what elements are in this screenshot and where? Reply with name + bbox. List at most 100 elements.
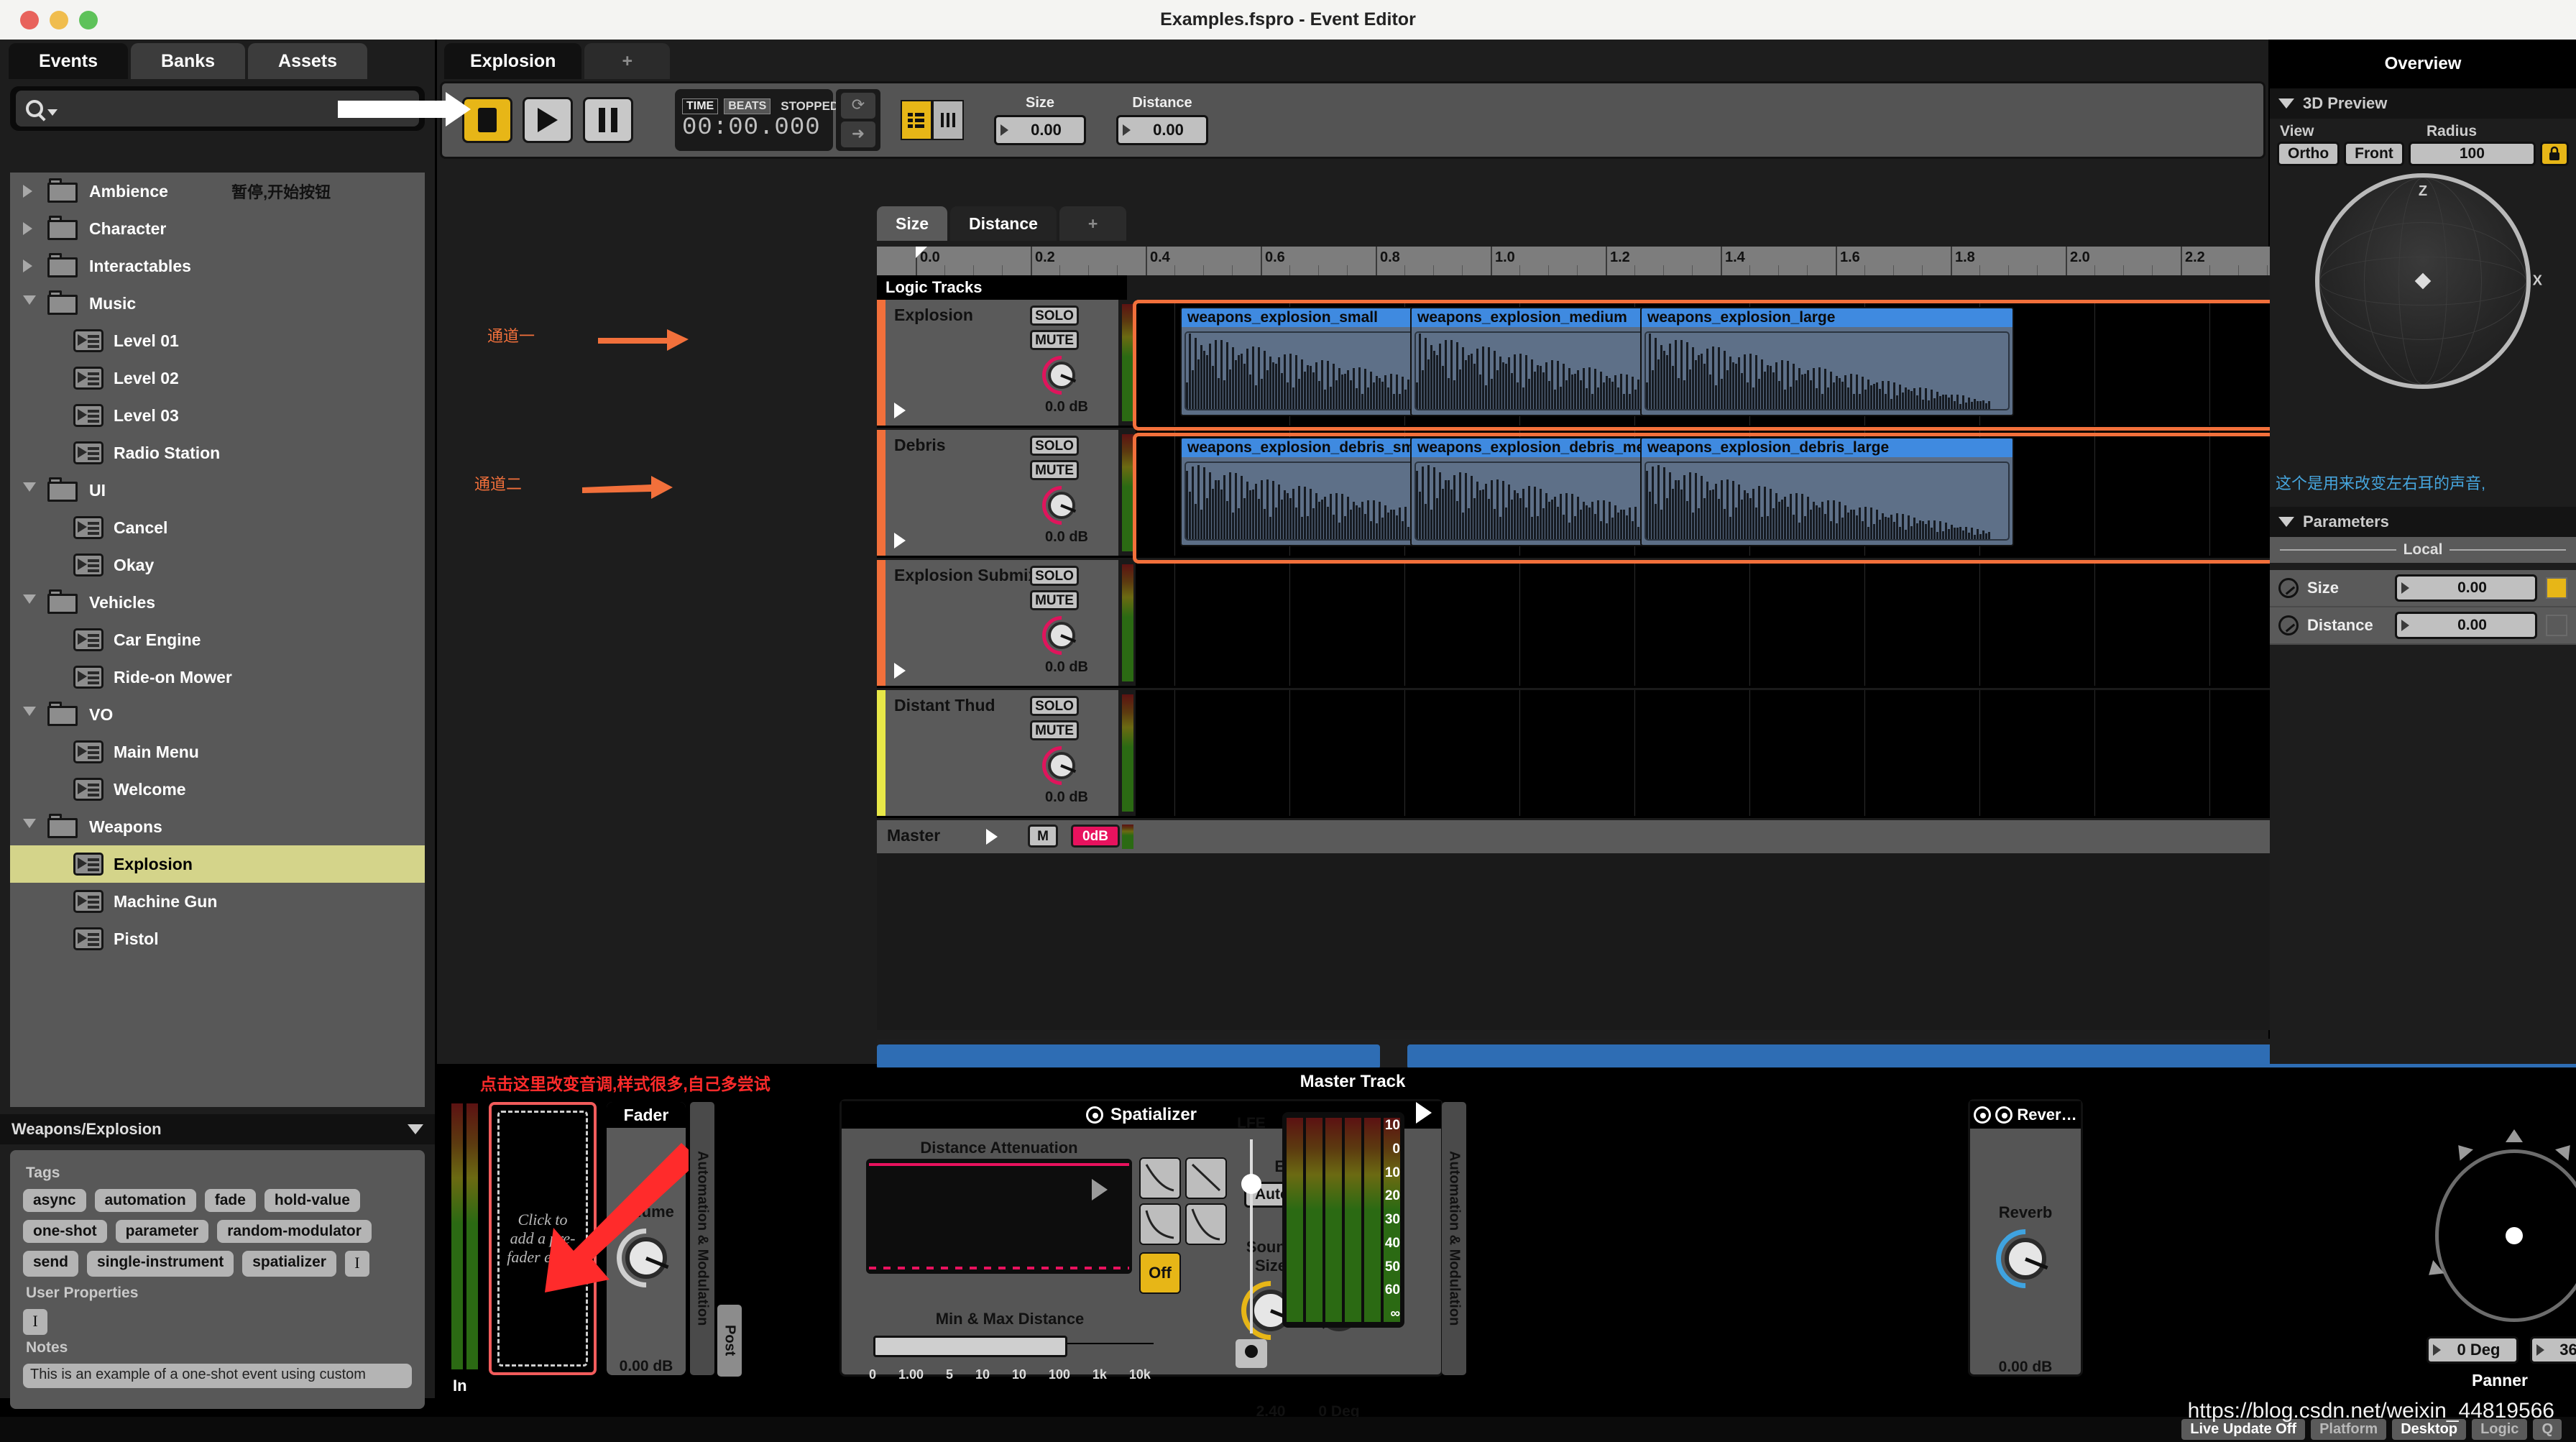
tab-banks[interactable]: Banks	[130, 43, 246, 79]
track-header[interactable]: Explosion Submix SOLO MUTE 0.0 dB	[877, 560, 1118, 686]
lfe-slider-thumb[interactable]	[1241, 1174, 1261, 1194]
user-property-input[interactable]: I	[23, 1309, 47, 1335]
audio-clip[interactable]: weapons_explosion_large	[1640, 307, 2014, 416]
lfe-slider[interactable]	[1241, 1139, 1261, 1333]
notes-field[interactable]: This is an example of a one-shot event u…	[23, 1364, 412, 1388]
view-side-button[interactable]: Front	[2344, 142, 2404, 166]
chevron-down-icon[interactable]	[408, 1124, 423, 1134]
expand-arrow-icon[interactable]	[1092, 1179, 1108, 1200]
curve-log-button[interactable]	[1139, 1203, 1181, 1245]
tag-chip[interactable]: parameter	[115, 1220, 209, 1243]
tag-chip[interactable]: one-shot	[23, 1220, 107, 1243]
radius-input[interactable]: 100	[2408, 142, 2536, 166]
tree-item-vo[interactable]: VO	[10, 696, 425, 733]
chevron-right-icon[interactable]	[23, 260, 42, 272]
time-mode-button[interactable]: TIME	[682, 98, 719, 114]
column-view-icon[interactable]	[932, 100, 964, 140]
parameter-color-swatch[interactable]	[2546, 577, 2567, 599]
panner-position-dot[interactable]	[2506, 1227, 2523, 1244]
param-tab-distance[interactable]: Distance	[950, 206, 1057, 241]
solo-button[interactable]: SOLO	[1030, 436, 1079, 456]
tree-item-machine-gun[interactable]: Machine Gun	[10, 883, 425, 920]
track-volume-knob[interactable]	[1034, 738, 1090, 794]
lfe-mute-button[interactable]	[1236, 1339, 1267, 1368]
tree-item-interactables[interactable]: Interactables	[10, 247, 425, 285]
tree-item-ui[interactable]: UI	[10, 472, 425, 509]
curve-inverse-button[interactable]	[1185, 1203, 1227, 1245]
add-tag-input[interactable]: I	[344, 1251, 369, 1277]
playhead-marker[interactable]	[916, 247, 927, 258]
tree-item-music[interactable]: Music	[10, 285, 425, 322]
tree-item-okay[interactable]: Okay	[10, 546, 425, 584]
loop-icon[interactable]: ⟳	[841, 93, 875, 119]
tab-assets[interactable]: Assets	[248, 43, 368, 79]
list-view-icon[interactable]	[901, 100, 932, 140]
bypass-icon[interactable]	[1085, 1106, 1103, 1124]
tag-chip[interactable]: async	[23, 1189, 86, 1212]
track-expand-icon[interactable]	[894, 403, 906, 418]
add-param-tab-button[interactable]: +	[1059, 206, 1127, 241]
tag-chip[interactable]: send	[23, 1251, 79, 1277]
mute-button[interactable]: MUTE	[1030, 460, 1079, 480]
chevron-down-icon[interactable]	[23, 594, 42, 610]
panner-right-input[interactable]: 360 Deg	[2530, 1336, 2576, 1364]
solo-button[interactable]: SOLO	[1030, 306, 1079, 326]
track-volume-knob[interactable]	[1034, 607, 1090, 663]
3d-preview-section-header[interactable]: 3D Preview	[2270, 88, 2576, 119]
add-tab-button[interactable]: +	[584, 43, 671, 79]
tag-chip[interactable]: automation	[94, 1189, 196, 1212]
tree-item-main-menu[interactable]: Main Menu	[10, 733, 425, 771]
tree-item-level-03[interactable]: Level 03	[10, 397, 425, 434]
spatializer-automation-tab[interactable]: Automation & Modulation	[1442, 1102, 1466, 1375]
play-button[interactable]	[523, 97, 573, 143]
track-header[interactable]: Explosion SOLO MUTE 0.0 dB	[877, 300, 1118, 426]
master-0db-button[interactable]: 0dB	[1071, 825, 1120, 848]
lock-icon[interactable]	[2540, 142, 2569, 166]
solo-button[interactable]: SOLO	[1030, 566, 1079, 586]
tree-item-radio-station[interactable]: Radio Station	[10, 434, 425, 472]
post-tab[interactable]: Post	[717, 1305, 742, 1377]
tree-item-vehicles[interactable]: Vehicles	[10, 584, 425, 621]
scrollbar-thumb[interactable]	[877, 1044, 1380, 1069]
track-header[interactable]: Distant Thud SOLO MUTE 0.0 dB	[877, 690, 1118, 816]
track-volume-knob[interactable]	[1034, 347, 1090, 403]
audio-clip[interactable]: weapons_explosion_debris_large	[1640, 437, 2014, 546]
chevron-right-icon[interactable]	[23, 185, 42, 198]
tree-item-level-02[interactable]: Level 02	[10, 359, 425, 397]
master-m-button[interactable]: M	[1028, 825, 1058, 848]
distance-input[interactable]: 0.00	[1116, 115, 1208, 145]
parameter-value-input[interactable]: 0.00	[2395, 574, 2537, 602]
tree-item-ride-on-mower[interactable]: Ride-on Mower	[10, 658, 425, 696]
chevron-down-icon[interactable]	[23, 707, 42, 722]
tree-item-explosion[interactable]: Explosion	[10, 845, 425, 883]
modulation-icon[interactable]	[1995, 1106, 2013, 1124]
tree-item-pistol[interactable]: Pistol	[10, 920, 425, 957]
tree-item-weapons[interactable]: Weapons	[10, 808, 425, 845]
curve-steep-button[interactable]	[1185, 1157, 1227, 1199]
tree-item-welcome[interactable]: Welcome	[10, 771, 425, 808]
follow-icon[interactable]: ➜	[841, 121, 875, 147]
reverb-knob[interactable]	[1984, 1217, 2067, 1300]
track-expand-icon[interactable]	[894, 533, 906, 548]
3d-preview-sphere[interactable]: Z X	[2315, 173, 2542, 389]
tag-chip[interactable]: random-modulator	[217, 1220, 372, 1243]
inspector-path-bar[interactable]: Weapons/Explosion	[0, 1114, 435, 1144]
fader-automation-tab[interactable]: Automation & Modulation	[690, 1102, 714, 1375]
tree-item-ambience[interactable]: Ambience	[10, 173, 425, 210]
tag-chip[interactable]: hold-value	[264, 1189, 360, 1212]
mute-button[interactable]: MUTE	[1030, 330, 1079, 350]
mute-button[interactable]: MUTE	[1030, 590, 1079, 610]
param-tab-size[interactable]: Size	[877, 206, 948, 241]
track-header[interactable]: Debris SOLO MUTE 0.0 dB	[877, 430, 1118, 556]
chevron-right-icon[interactable]	[23, 222, 42, 235]
tree-item-character[interactable]: Character	[10, 210, 425, 247]
track-expand-icon[interactable]	[894, 663, 906, 679]
tree-item-cancel[interactable]: Cancel	[10, 509, 425, 546]
solo-button[interactable]: SOLO	[1030, 696, 1079, 716]
chevron-down-icon[interactable]	[23, 295, 42, 311]
attenuation-off-button[interactable]: Off	[1139, 1252, 1181, 1294]
master-play-icon[interactable]	[986, 829, 998, 845]
pause-button[interactable]	[583, 97, 633, 143]
spatializer-expand-arrow-icon[interactable]	[1416, 1102, 1432, 1124]
event-tree[interactable]: Ambience Character Interactables Music Level…	[10, 173, 425, 1107]
